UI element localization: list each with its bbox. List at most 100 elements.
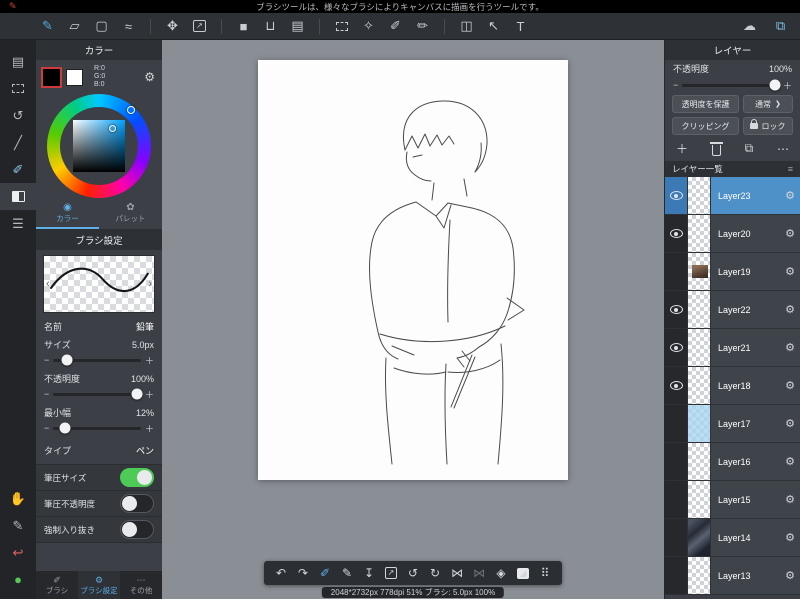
layer-settings-gear-icon[interactable]: ⚙ — [785, 379, 795, 392]
color-panel-tab[interactable]: ✿ パレット — [99, 200, 162, 229]
bottom-toolbar-button[interactable]: ◈ — [494, 564, 508, 582]
layer-row[interactable]: Layer19 ⚙ — [665, 253, 800, 291]
toolbar-tool[interactable]: ✏ — [415, 13, 430, 39]
param-slider[interactable]: − ＋ — [36, 352, 162, 368]
layer-visibility-toggle[interactable] — [665, 291, 687, 328]
layer-settings-gear-icon[interactable]: ⚙ — [785, 455, 795, 468]
rail-tool[interactable]: ╱ — [0, 129, 36, 156]
prev-brush-arrow[interactable]: ‹ — [46, 278, 50, 290]
layer-row[interactable]: Layer16 ⚙ — [665, 443, 800, 481]
rail-tool[interactable]: ✐ — [0, 156, 36, 183]
rail-tool[interactable]: ▤ — [0, 48, 36, 75]
left-panel-bottom-tab[interactable]: ⋯ その他 — [120, 571, 162, 599]
layer-opacity-slider[interactable]: − ＋ — [665, 77, 800, 93]
protect-alpha-button[interactable]: 透明度を保護 — [672, 95, 739, 113]
bottom-toolbar-button[interactable]: ↷ — [296, 564, 310, 582]
saturation-value-square[interactable] — [73, 120, 125, 172]
layer-settings-gear-icon[interactable]: ⚙ — [785, 531, 795, 544]
layer-settings-gear-icon[interactable]: ⚙ — [785, 265, 795, 278]
rail-tool[interactable]: ↺ — [0, 102, 36, 129]
toolbar-tool[interactable]: ≈ — [121, 13, 136, 39]
layer-row[interactable]: Layer17 ⚙ — [665, 405, 800, 443]
toolbar-tool[interactable] — [444, 18, 445, 34]
layer-settings-gear-icon[interactable]: ⚙ — [785, 341, 795, 354]
color-settings-gear-icon[interactable]: ⚙ — [144, 70, 155, 84]
clipping-button[interactable]: クリッピング — [672, 117, 739, 135]
toolbar-tool[interactable]: ✧ — [361, 13, 376, 39]
layer-row[interactable]: Layer14 ⚙ — [665, 519, 800, 557]
toggle-switch[interactable] — [120, 468, 154, 487]
rail-tool[interactable]: ● — [0, 566, 36, 593]
toolbar-tool[interactable]: ■ — [236, 13, 251, 39]
bottom-toolbar-button[interactable]: ⋈ — [450, 564, 464, 582]
layer-visibility-toggle[interactable] — [665, 405, 687, 442]
color-panel-tab[interactable]: ◉ カラー — [36, 200, 99, 229]
toolbar-tool[interactable]: ✥ — [165, 13, 180, 39]
plus-button[interactable]: ＋ — [145, 422, 154, 435]
bottom-toolbar-button[interactable]: ◢ — [516, 564, 530, 582]
bottom-toolbar-button[interactable]: ✎ — [340, 564, 354, 582]
layer-list[interactable]: Layer23 ⚙ Layer20 ⚙ Layer19 ⚙ Layer22 ⚙ … — [665, 177, 800, 599]
plus-button[interactable]: ＋ — [145, 354, 154, 367]
delete-layer-button[interactable] — [709, 141, 723, 156]
toolbar-tool[interactable] — [150, 18, 151, 34]
layer-visibility-toggle[interactable] — [665, 443, 687, 480]
layer-visibility-toggle[interactable] — [665, 481, 687, 518]
layer-settings-gear-icon[interactable]: ⚙ — [785, 227, 795, 240]
layer-settings-gear-icon[interactable]: ⚙ — [785, 417, 795, 430]
add-layer-button[interactable]: ＋ — [676, 140, 688, 157]
layer-visibility-toggle[interactable] — [665, 253, 687, 290]
param-slider[interactable]: − ＋ — [36, 386, 162, 402]
layer-visibility-toggle[interactable] — [665, 519, 687, 556]
plus-button[interactable]: ＋ — [783, 79, 792, 92]
layer-row[interactable]: Layer20 ⚙ — [665, 215, 800, 253]
layer-settings-gear-icon[interactable]: ⚙ — [785, 303, 795, 316]
toolbar-tool[interactable]: ▱ — [67, 13, 82, 39]
bottom-toolbar-button[interactable]: ✐ — [318, 564, 332, 582]
blend-mode-button[interactable]: 通常 ❯ — [742, 95, 793, 113]
next-brush-arrow[interactable]: › — [148, 278, 152, 290]
plus-button[interactable]: ＋ — [145, 388, 154, 401]
canvas-area[interactable]: ↶ ↷ ✐ ✎ ↧ ↗ ↺ ↻ ⋈ ⋈ ◈ ◢ ⠿ 2048*2732px 77… — [162, 40, 664, 599]
rail-tool[interactable]: ✎ — [0, 512, 36, 539]
layer-visibility-toggle[interactable] — [665, 329, 687, 366]
toolbar-tool[interactable]: ☁ — [742, 13, 757, 39]
slider-thumb[interactable] — [61, 354, 73, 366]
toolbar-tool[interactable]: ↖ — [486, 13, 501, 39]
layer-settings-gear-icon[interactable]: ⚙ — [785, 569, 795, 582]
toolbar-tool[interactable]: ✐ — [388, 13, 403, 39]
duplicate-layer-button[interactable]: ⧉ — [745, 141, 754, 156]
toolbar-tool[interactable] — [334, 13, 349, 39]
rail-tool[interactable] — [0, 75, 36, 102]
sv-cursor[interactable] — [109, 125, 116, 132]
layer-visibility-toggle[interactable] — [665, 367, 687, 404]
bottom-toolbar-button[interactable]: ↶ — [274, 564, 288, 582]
minus-button[interactable]: − — [44, 355, 49, 365]
toolbar-tool[interactable]: ⊔ — [263, 13, 278, 39]
toolbar-tool[interactable]: ◫ — [459, 13, 474, 39]
bottom-toolbar-button[interactable]: ↧ — [362, 564, 376, 582]
bottom-toolbar-button[interactable]: ⋈ — [472, 564, 486, 582]
toolbar-tool[interactable]: ▤ — [290, 13, 305, 39]
toggle-switch[interactable] — [120, 520, 154, 539]
bottom-toolbar-button[interactable]: ⠿ — [538, 564, 552, 582]
toolbar-tool[interactable] — [319, 18, 320, 34]
toggle-switch[interactable] — [120, 494, 154, 513]
slider-track[interactable] — [53, 354, 141, 366]
param-slider[interactable]: − ＋ — [36, 420, 162, 436]
rail-tool[interactable]: ✋ — [0, 485, 36, 512]
slider-track[interactable] — [682, 79, 781, 91]
layer-row[interactable]: Layer21 ⚙ — [665, 329, 800, 367]
minus-button[interactable]: − — [44, 389, 49, 399]
bottom-toolbar-button[interactable]: ↗ — [384, 564, 398, 582]
layer-more-button[interactable]: ⋯ — [777, 142, 789, 156]
layer-row[interactable]: Layer18 ⚙ — [665, 367, 800, 405]
toolbar-tool[interactable]: T — [513, 13, 528, 39]
layer-settings-gear-icon[interactable]: ⚙ — [785, 189, 795, 202]
layer-visibility-toggle[interactable] — [665, 177, 687, 214]
toolbar-tool[interactable]: ⧉ — [773, 13, 788, 39]
layer-row[interactable]: Layer15 ⚙ — [665, 481, 800, 519]
layer-row[interactable]: Layer23 ⚙ — [665, 177, 800, 215]
slider-thumb[interactable] — [769, 79, 781, 91]
toolbar-tool[interactable]: ▢ — [94, 13, 109, 39]
